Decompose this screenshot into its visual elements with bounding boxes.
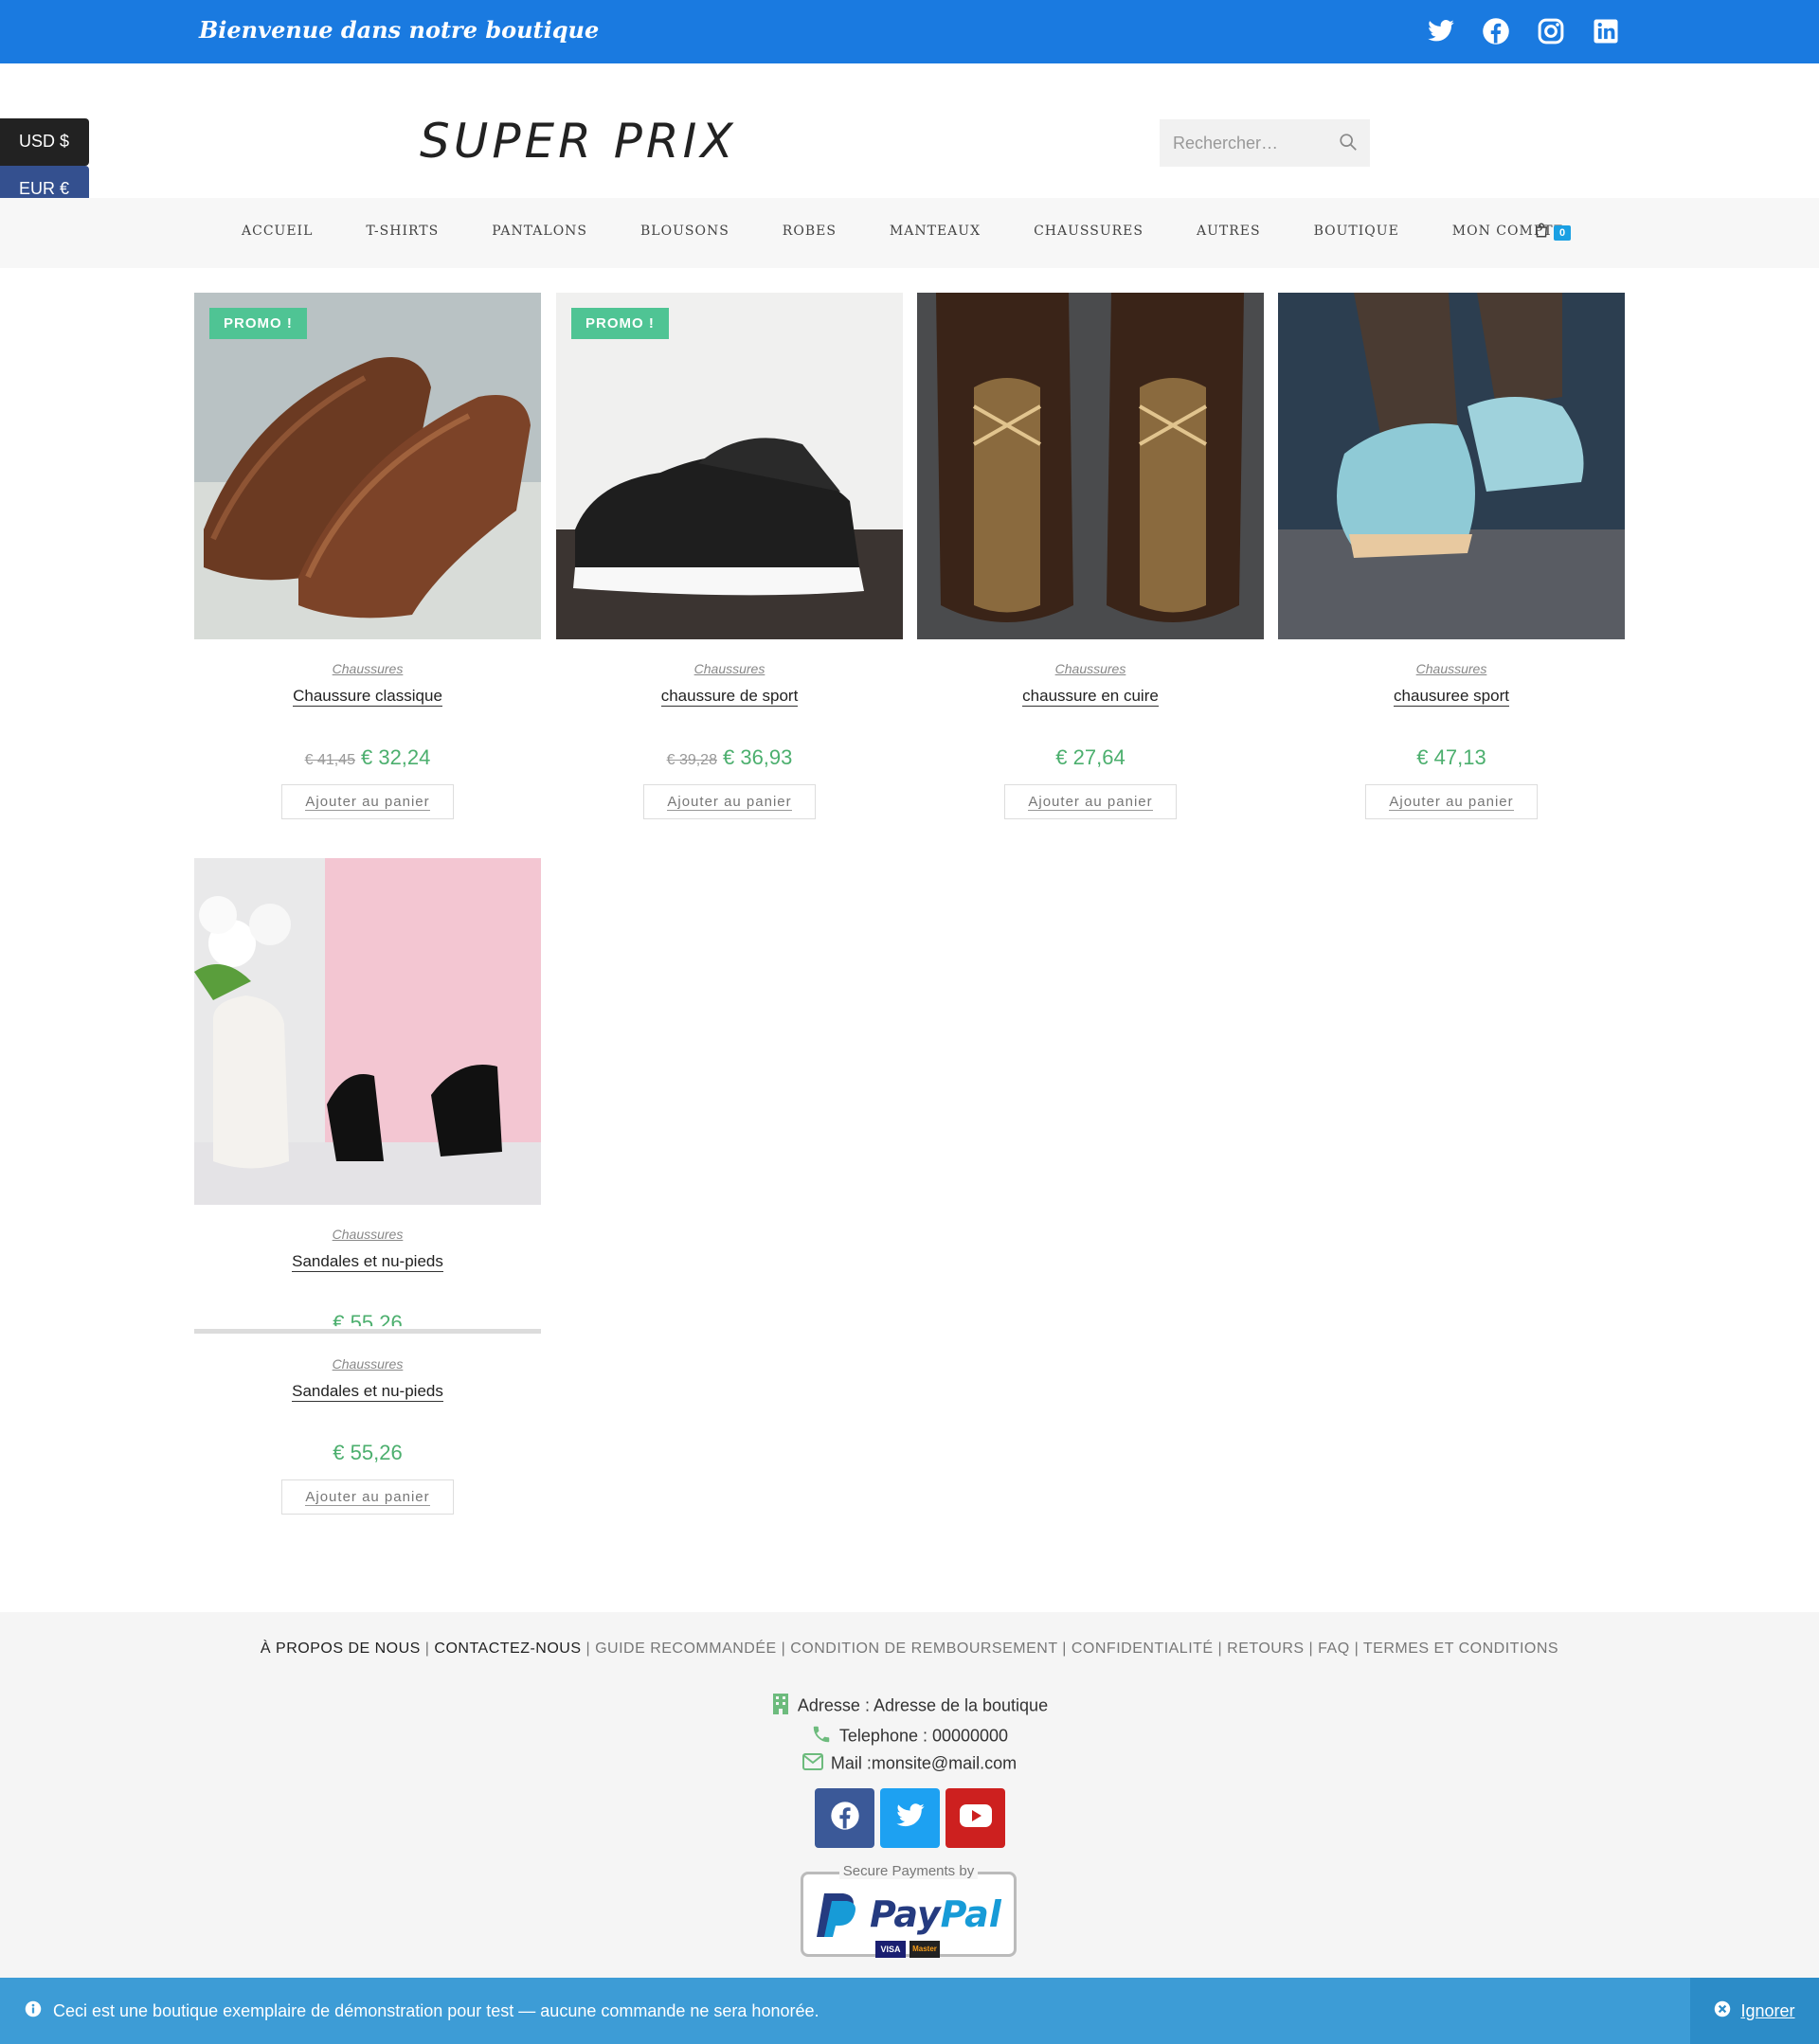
product-price: € 55,26: [194, 1441, 541, 1465]
footer-link-guide[interactable]: GUIDE RECOMMANDÉE: [595, 1641, 777, 1657]
demo-store-notice: Ceci est une boutique exemplaire de démo…: [0, 1978, 1819, 2044]
promo-badge: PROMO !: [571, 308, 669, 339]
nav-item-boutique[interactable]: Boutique: [1314, 224, 1399, 239]
linkedin-icon[interactable]: [1592, 17, 1620, 45]
product-image[interactable]: [556, 293, 903, 639]
footer-link-terms[interactable]: TERMES ET CONDITIONS: [1363, 1641, 1558, 1657]
add-to-cart-button[interactable]: Ajouter au panier: [1004, 784, 1177, 819]
facebook-icon[interactable]: [1482, 17, 1510, 45]
currency-usd[interactable]: USD $: [0, 118, 89, 166]
footer-links: À PROPOS DE NOUS | CONTACTEZ-NOUS | GUID…: [260, 1641, 1559, 1657]
facebook-icon: [830, 1801, 860, 1836]
footer-link-privacy[interactable]: CONFIDENTIALITÉ: [1072, 1641, 1214, 1657]
product-name[interactable]: Chaussure classique: [194, 687, 541, 707]
shopping-bag-icon: [1533, 222, 1550, 243]
youtube-icon: [959, 1803, 993, 1833]
paypal-logo-icon: [815, 1892, 858, 1944]
twitter-icon: [895, 1801, 926, 1836]
notice-message: Ceci est une boutique exemplaire de démo…: [25, 2000, 819, 2022]
product-image[interactable]: [194, 858, 541, 1205]
welcome-text: Bienvenue dans notre boutique: [199, 16, 600, 44]
top-bar: Bienvenue dans notre boutique: [0, 0, 1819, 63]
sale-price: € 55,26: [333, 1441, 403, 1464]
product-name[interactable]: chaussure en cuire: [917, 687, 1264, 707]
sale-price: € 36,93: [722, 745, 793, 769]
add-to-cart-button[interactable]: Ajouter au panier: [281, 784, 454, 819]
product-image[interactable]: [194, 293, 541, 639]
footer-link-returns[interactable]: RETOURS: [1227, 1641, 1304, 1657]
product-image[interactable]: [917, 293, 1264, 639]
nav-item-tshirts[interactable]: T-shirts: [366, 224, 439, 239]
sale-price: € 27,64: [1055, 745, 1126, 769]
info-icon: [25, 2000, 42, 2022]
main-nav: Accueil T-shirts Pantalons Blousons Robe…: [0, 198, 1819, 268]
facebook-button[interactable]: [815, 1788, 874, 1848]
search-icon[interactable]: [1338, 132, 1359, 152]
footer: À PROPOS DE NOUS | CONTACTEZ-NOUS | GUID…: [0, 1612, 1819, 1978]
nav-item-manteaux[interactable]: Manteaux: [890, 224, 981, 239]
sale-price: € 32,24: [360, 745, 431, 769]
youtube-button[interactable]: [946, 1788, 1005, 1848]
product-image[interactable]: [1278, 293, 1625, 639]
site-logo[interactable]: SUPER PRIX: [420, 114, 737, 169]
old-price: € 39,28: [666, 752, 717, 768]
envelope-icon: [801, 1753, 823, 1775]
product-category[interactable]: Chaussures: [1278, 661, 1625, 676]
footer-phone: Telephone : 00000000: [0, 1724, 1819, 1749]
sale-price: € 47,13: [1416, 745, 1486, 769]
product-price: € 27,64: [917, 745, 1264, 770]
nav-item-accueil[interactable]: Accueil: [242, 224, 313, 239]
phone-icon: [811, 1724, 832, 1749]
product-name[interactable]: Sandales et nu-pieds: [194, 1382, 541, 1402]
footer-link-about[interactable]: À PROPOS DE NOUS: [261, 1641, 421, 1657]
cart-count-badge: 0: [1554, 224, 1572, 241]
nav-item-pantalons[interactable]: Pantalons: [492, 224, 587, 239]
card-divider: [194, 1329, 541, 1334]
product-category[interactable]: Chaussures: [194, 661, 541, 676]
product-category[interactable]: Chaussures: [194, 1356, 541, 1372]
visa-logo: VISA: [875, 1941, 906, 1958]
product-name[interactable]: chaussure de sport: [556, 687, 903, 707]
add-to-cart-button[interactable]: Ajouter au panier: [643, 784, 816, 819]
old-price: € 41,45: [304, 752, 355, 768]
footer-mail: Mail :monsite@mail.com: [0, 1753, 1819, 1775]
paypal-badge: Secure Payments by PayPal VISA Master: [801, 1863, 1017, 1958]
add-to-cart-button[interactable]: Ajouter au panier: [1365, 784, 1538, 819]
product-category[interactable]: Chaussures: [917, 661, 1264, 676]
paypal-wordmark: PayPal: [870, 1893, 1001, 1935]
building-icon: [771, 1694, 790, 1719]
card-logos: VISA Master: [875, 1941, 940, 1958]
product-price: € 47,13: [1278, 745, 1625, 770]
twitter-button[interactable]: [880, 1788, 940, 1848]
footer-link-refund[interactable]: CONDITION DE REMBOURSEMENT: [790, 1641, 1057, 1657]
top-social-icons: [1427, 17, 1620, 45]
dismiss-notice-button[interactable]: Ignorer: [1690, 1978, 1819, 2044]
product-category[interactable]: Chaussures: [194, 1227, 541, 1242]
footer-link-contact[interactable]: CONTACTEZ-NOUS: [434, 1641, 581, 1657]
twitter-icon[interactable]: [1427, 17, 1455, 45]
close-circle-icon: [1714, 2000, 1731, 2022]
footer-social: [815, 1788, 1005, 1848]
promo-badge: PROMO !: [209, 308, 307, 339]
product-name[interactable]: Sandales et nu-pieds: [194, 1252, 541, 1272]
search-box[interactable]: Rechercher…: [1160, 119, 1370, 167]
cart-link[interactable]: 0: [1533, 222, 1572, 243]
mastercard-logo: Master: [910, 1941, 940, 1958]
secure-payments-caption: Secure Payments by: [803, 1863, 1014, 1879]
nav-item-robes[interactable]: Robes: [783, 224, 837, 239]
nav-item-autres[interactable]: Autres: [1197, 224, 1261, 239]
product-name[interactable]: chausuree sport: [1278, 687, 1625, 707]
nav-item-blousons[interactable]: Blousons: [640, 224, 729, 239]
search-input[interactable]: Rechercher…: [1173, 134, 1278, 153]
footer-address: Adresse : Adresse de la boutique: [0, 1694, 1819, 1719]
product-price: € 41,45 € 32,24: [194, 745, 541, 770]
product-price: € 39,28 € 36,93: [556, 745, 903, 770]
add-to-cart-button[interactable]: Ajouter au panier: [281, 1479, 454, 1515]
product-category[interactable]: Chaussures: [556, 661, 903, 676]
nav-item-chaussures[interactable]: Chaussures: [1034, 224, 1144, 239]
footer-link-faq[interactable]: FAQ: [1318, 1641, 1350, 1657]
instagram-icon[interactable]: [1537, 17, 1565, 45]
